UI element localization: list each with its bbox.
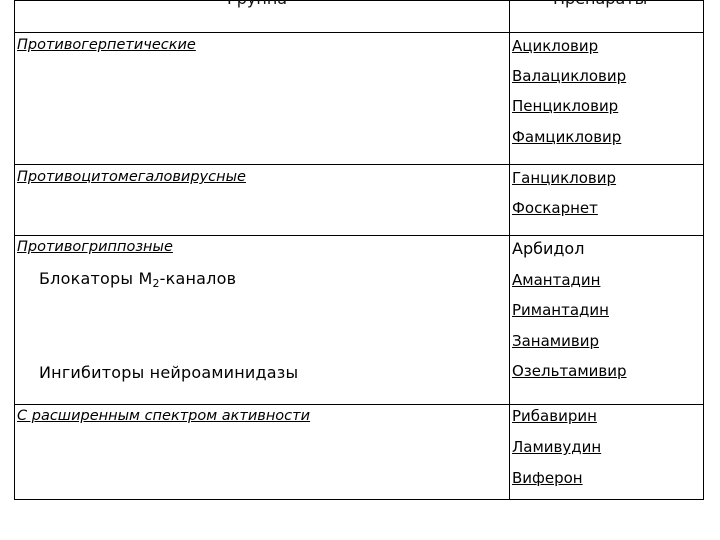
category-antiinfluenza[interactable]: Противогриппозные (17, 239, 173, 255)
drug-link[interactable]: Ацикловир (512, 37, 598, 55)
drug-link[interactable]: Амантадин (512, 271, 600, 289)
drug-link[interactable]: Фамцикловир (512, 128, 621, 146)
antiviral-drugs-table: Группа Препараты Противогерпетические Пр… (14, 0, 704, 500)
drug-link[interactable]: Пенцикловир (512, 97, 618, 115)
subgroup-neuraminidase-inhibitors: Ингибиторы нейроаминидазы (39, 363, 299, 382)
header-group: Группа (227, 0, 287, 8)
header-divider (15, 32, 704, 33)
drug-link[interactable]: Занамивир (512, 332, 599, 350)
drug-link[interactable]: Виферон (512, 469, 583, 487)
category-broad-spectrum[interactable]: С расширенным спектром активности (17, 408, 310, 424)
subgroup-m2-blockers: Блокаторы М2-каналов (39, 269, 237, 290)
drug-link[interactable]: Озельтамивир (512, 362, 627, 380)
row-divider (15, 164, 704, 165)
drug-link[interactable]: Валацикловир (512, 67, 626, 85)
drug-link[interactable]: Рибавирин (512, 407, 597, 425)
category-antiherpetic[interactable]: Противогерпетические (17, 37, 196, 53)
header-drugs: Препараты (553, 0, 647, 8)
drug-link[interactable]: Фоскарнет (512, 199, 598, 217)
drug-name: Арбидол (512, 239, 585, 258)
column-divider (509, 1, 510, 500)
row-divider (15, 235, 704, 236)
drug-link[interactable]: Ламивудин (512, 438, 601, 456)
drug-link[interactable]: Римантадин (512, 301, 609, 319)
drug-link[interactable]: Ганцикловир (512, 169, 616, 187)
category-anticytomegalovirus[interactable]: Противоцитомегаловирусные (17, 169, 246, 185)
row-divider (15, 404, 704, 405)
